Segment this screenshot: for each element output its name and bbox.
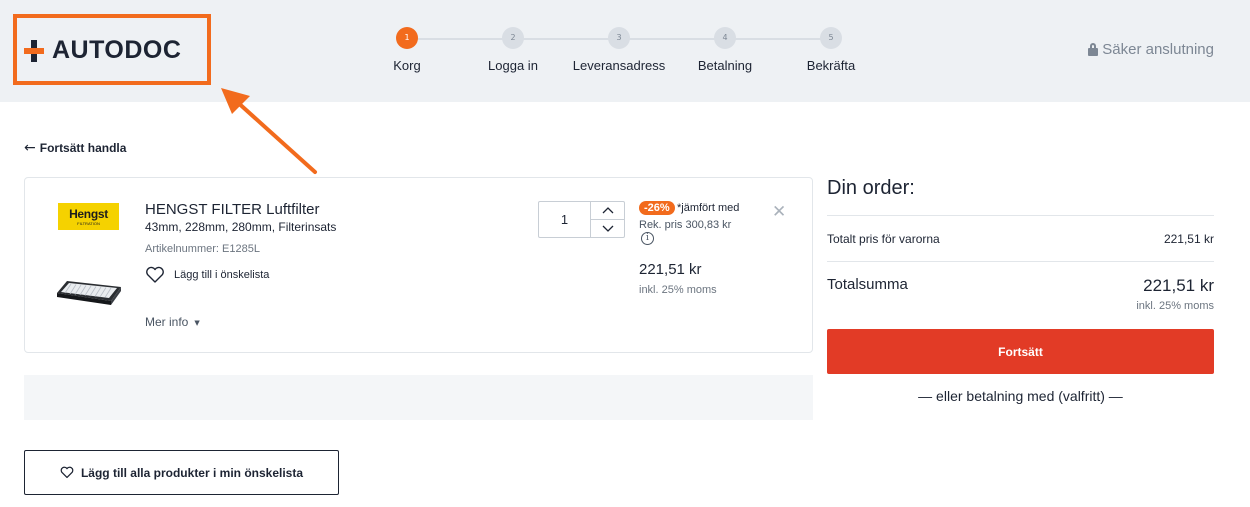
checkout-header: AUTODOC 1 Korg 2 Logga in 3 Leveransadre…: [0, 0, 1250, 102]
step-circle: 3: [608, 27, 630, 49]
subtotal-value: 221,51 kr: [1163, 232, 1214, 246]
chevron-down-icon: [602, 225, 614, 232]
step-label: Betalning: [697, 58, 753, 73]
chevron-up-icon: [602, 207, 614, 214]
product-specs: 43mm, 228mm, 280mm, Filterinsats: [145, 220, 337, 234]
cart-item-card: Hengst FILTRATION HENGST FILTER Luftfilt…: [24, 177, 813, 353]
logo-text: AUTODOC: [52, 36, 182, 64]
step-korg: 1 Korg: [352, 27, 462, 73]
step-logga-in: 2 Logga in: [458, 27, 568, 73]
secure-connection: Säker anslutning: [1088, 41, 1214, 58]
quantity-decrease-button[interactable]: [591, 220, 625, 237]
step-circle: 5: [820, 27, 842, 49]
subtotal-label: Totalt pris för varorna: [827, 232, 940, 246]
heart-icon: [146, 266, 164, 283]
divider: [827, 261, 1214, 262]
product-price: 221,51 kr: [639, 261, 702, 278]
wishlist-label: Lägg till i önskelista: [174, 269, 270, 281]
price-vat-note: inkl. 25% moms: [639, 284, 717, 296]
continue-checkout-button[interactable]: Fortsätt: [827, 329, 1214, 374]
arrow-left-icon: ←: [24, 140, 36, 156]
more-info-label: Mer info: [145, 315, 189, 329]
secure-label: Säker anslutning: [1102, 41, 1214, 58]
step-label: Leveransadress: [572, 58, 666, 73]
more-info-toggle[interactable]: Mer info ▼: [145, 315, 200, 329]
autodoc-logo[interactable]: AUTODOC: [24, 36, 181, 65]
step-label: Bekräfta: [806, 58, 856, 73]
add-all-to-wishlist-button[interactable]: Lägg till alla produkter i min önskelist…: [24, 450, 339, 495]
step-circle: 2: [502, 27, 524, 49]
quantity-stepper: 1: [538, 201, 625, 238]
divider: [827, 215, 1214, 216]
add-to-wishlist-button[interactable]: Lägg till i önskelista: [145, 266, 269, 284]
total-vat-note: inkl. 25% moms: [1136, 300, 1214, 312]
cart-footer-area: [24, 375, 813, 420]
step-leveransadress: 3 Leveransadress: [564, 27, 674, 73]
lock-icon: [1088, 43, 1099, 56]
discount-badge: -26%: [639, 201, 675, 215]
discount-compare-text: *jämfört med: [677, 202, 740, 214]
step-betalning: 4 Betalning: [670, 27, 780, 73]
step-circle: 4: [714, 27, 736, 49]
product-title[interactable]: HENGST FILTER Luftfilter: [145, 201, 320, 218]
add-all-wishlist-label: Lägg till alla produkter i min önskelist…: [80, 465, 304, 480]
caret-down-icon: ▼: [194, 319, 200, 327]
step-label: Korg: [393, 58, 421, 73]
step-bekrafta: 5 Bekräfta: [776, 27, 886, 73]
remove-item-close-icon[interactable]: ✕: [772, 202, 786, 222]
quantity-input[interactable]: 1: [539, 202, 590, 237]
air-filter-image[interactable]: [55, 275, 123, 309]
step-circle: 1: [396, 27, 418, 49]
info-icon[interactable]: i: [641, 232, 654, 245]
continue-shopping-label: Fortsätt handla: [39, 141, 127, 155]
annotation-arrow-icon: [221, 88, 317, 174]
heart-icon: [60, 466, 74, 479]
quantity-increase-button[interactable]: [591, 202, 625, 220]
total-label: Totalsumma: [827, 276, 908, 293]
alternative-payment-label: — eller betalning med (valfritt) —: [918, 388, 1123, 404]
order-summary-title: Din order:: [827, 177, 915, 199]
recommended-price: Rek. pris 300,83 kr: [639, 219, 732, 231]
total-value: 221,51 kr: [1143, 276, 1214, 295]
article-number: Artikelnummer: E1285L: [145, 243, 260, 255]
continue-shopping-link[interactable]: ← Fortsätt handla: [24, 140, 126, 156]
plus-logo-icon: [24, 39, 44, 62]
hengst-brand-logo: Hengst FILTRATION: [58, 203, 119, 230]
step-label: Logga in: [488, 58, 538, 73]
